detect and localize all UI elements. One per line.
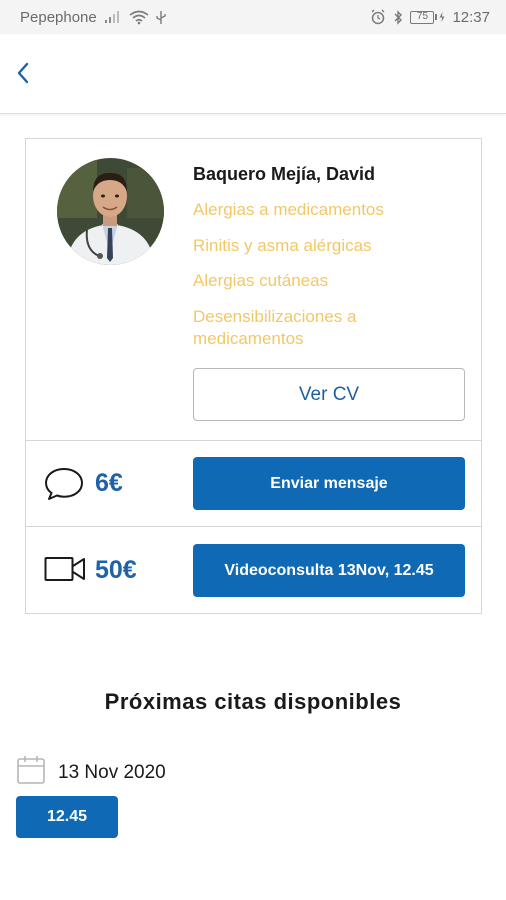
specialty-list: Alergias a medicamentos Rinitis y asma a… <box>193 199 463 363</box>
doctor-card: Baquero Mejía, David Alergias a medicame… <box>25 138 482 614</box>
doctor-avatar <box>57 158 164 265</box>
message-service-row: 6€ Enviar mensaje <box>26 441 481 527</box>
carrier-name: Pepephone <box>20 8 97 26</box>
specialty-item: Rinitis y asma alérgicas <box>193 235 372 255</box>
video-price: 50€ <box>95 556 137 584</box>
specialty-item: Alergias cutáneas <box>193 271 329 290</box>
calendar-icon <box>16 755 46 790</box>
wifi-icon <box>129 10 149 25</box>
chevron-left-icon <box>17 62 29 84</box>
battery-icon: 75 <box>410 10 445 24</box>
alarm-icon <box>370 9 386 25</box>
specialty-item: Alergias a medicamentos <box>193 200 384 219</box>
time-slot-button[interactable]: 12.45 <box>16 796 118 838</box>
doctor-info: Baquero Mejía, David Alergias a medicame… <box>26 139 481 441</box>
section-title: Próximas citas disponibles <box>104 689 402 714</box>
signal-icon <box>104 10 122 24</box>
doctor-name: Baquero Mejía, David <box>193 164 376 184</box>
message-price: 6€ <box>95 469 123 497</box>
video-consult-button[interactable]: Videoconsulta 13Nov, 12.45 <box>193 544 465 597</box>
appointment-date-row: 13 Nov 2020 <box>16 755 166 790</box>
appointment-date: 13 Nov 2020 <box>58 761 166 783</box>
specialty-item: Desensibilizaciones a medicamentos <box>193 306 357 348</box>
clock: 12:37 <box>452 8 490 26</box>
battery-level: 75 <box>410 10 435 24</box>
video-camera-icon <box>44 554 86 589</box>
view-cv-button[interactable]: Ver CV <box>193 368 465 421</box>
app-bar <box>0 34 506 114</box>
send-message-button[interactable]: Enviar mensaje <box>193 457 465 510</box>
chat-bubble-icon <box>44 467 84 506</box>
video-service-row: 50€ Videoconsulta 13Nov, 12.45 <box>26 528 481 614</box>
status-bar: Pepephone 75 12:37 <box>0 0 506 34</box>
bluetooth-icon <box>393 9 403 25</box>
usb-icon <box>156 10 166 25</box>
back-button[interactable] <box>8 58 38 88</box>
